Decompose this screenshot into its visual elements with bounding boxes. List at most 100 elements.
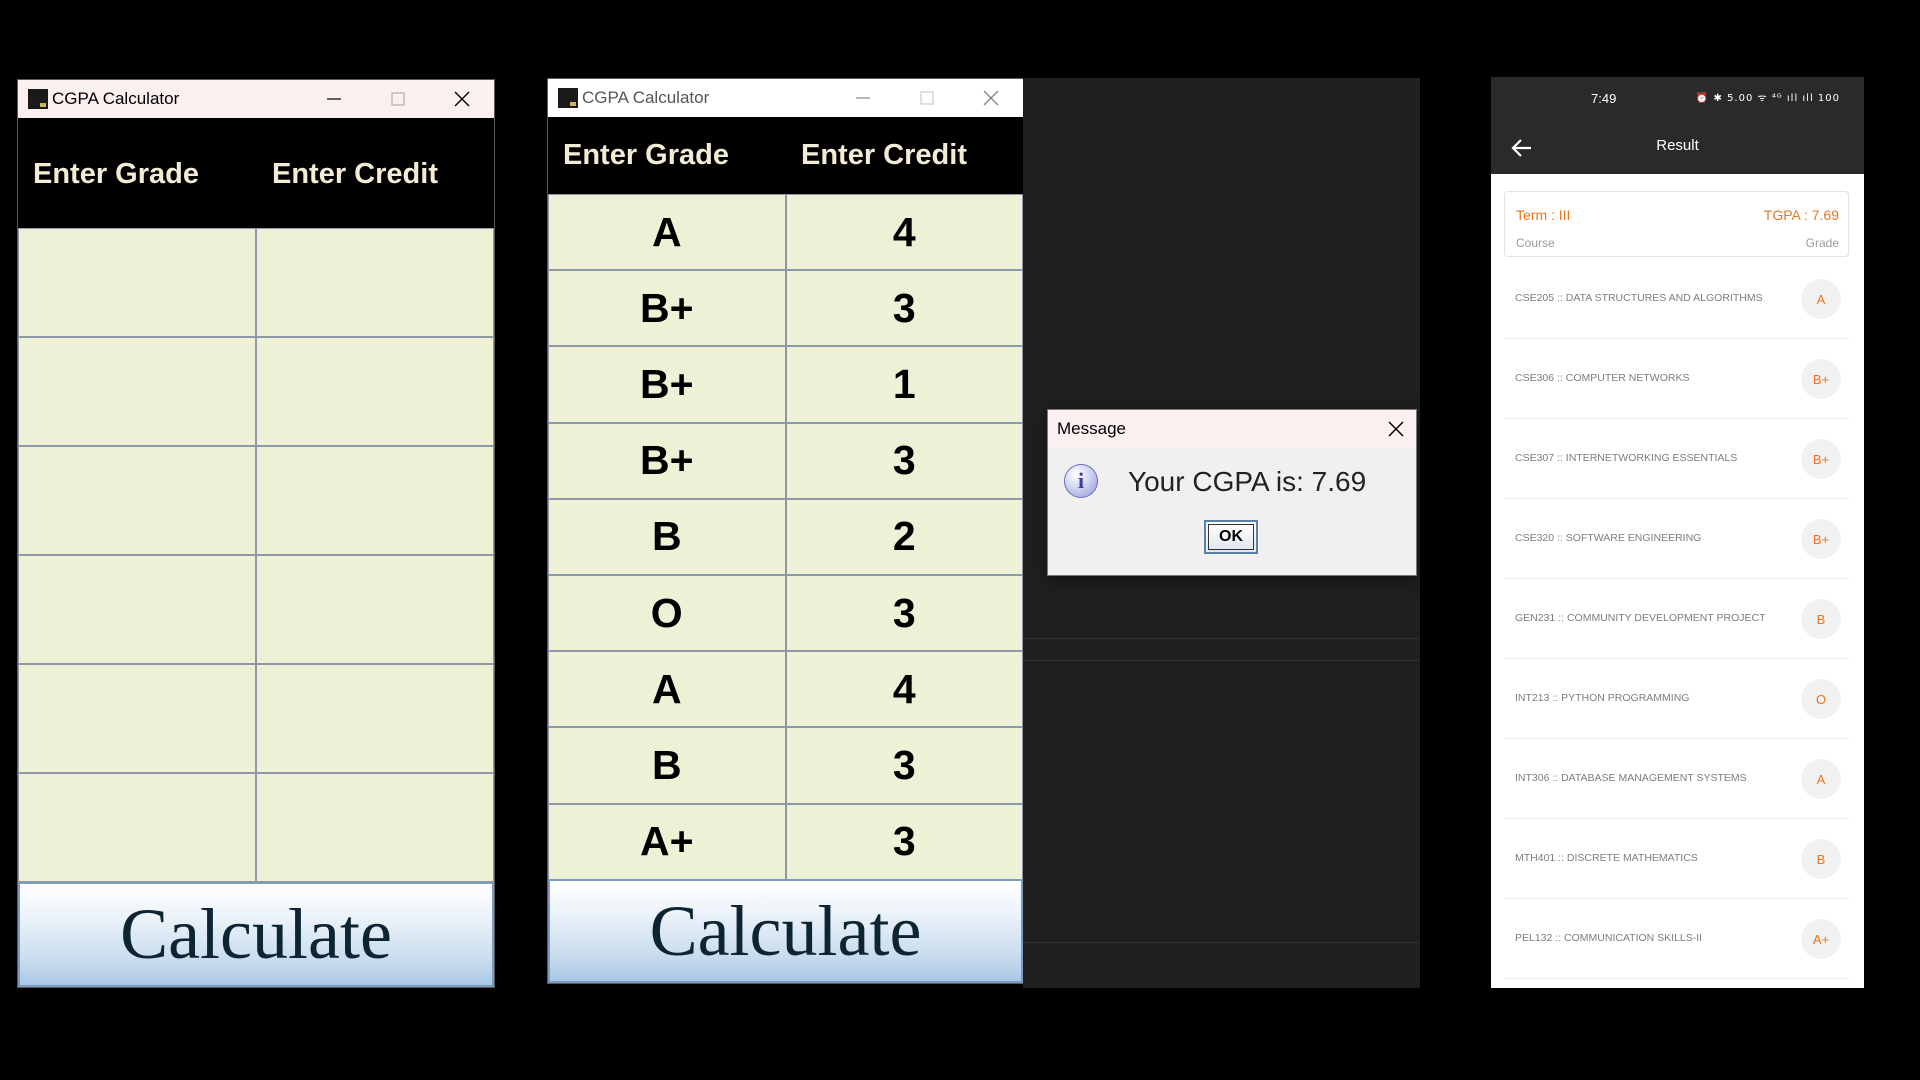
course-name: CSE306 :: COMPUTER NETWORKS xyxy=(1515,372,1690,384)
list-item[interactable]: GEN231 :: COMMUNITY DEVELOPMENT PROJECT B xyxy=(1504,579,1849,659)
grade-input[interactable]: A+ xyxy=(548,803,786,880)
credit-input[interactable] xyxy=(256,337,494,446)
phone-result-screen: 7:49 ⏰ ✱ 5.00 ᯤ ⁴ᴳ ıll ıll 100 Result Te… xyxy=(1491,77,1864,988)
grade-input[interactable]: B+ xyxy=(548,422,786,499)
enter-grade-label: Enter Grade xyxy=(563,139,729,171)
maximize-icon xyxy=(895,79,959,117)
grade-badge: B+ xyxy=(1801,519,1841,559)
close-icon[interactable] xyxy=(430,80,494,118)
grade-input[interactable] xyxy=(18,555,256,664)
grade-input[interactable] xyxy=(18,664,256,773)
enter-credit-label: Enter Credit xyxy=(272,158,438,190)
window-titlebar[interactable]: CGPA Calculator xyxy=(18,80,494,118)
window-title: CGPA Calculator xyxy=(582,88,710,107)
column-header-bar: Enter Grade Enter Credit xyxy=(548,117,1023,194)
course-column-header: Course xyxy=(1516,236,1555,250)
list-item[interactable]: CSE306 :: COMPUTER NETWORKS B+ xyxy=(1504,339,1849,419)
page-title: Result xyxy=(1656,137,1699,154)
cgpa-result-message: Your CGPA is: 7.69 xyxy=(1128,466,1367,497)
course-name: CSE205 :: DATA STRUCTURES AND ALGORITHMS xyxy=(1515,292,1763,304)
credit-input[interactable] xyxy=(256,555,494,664)
course-list: CSE205 :: DATA STRUCTURES AND ALGORITHMS… xyxy=(1504,259,1849,979)
grade-badge: B xyxy=(1801,599,1841,639)
credit-input[interactable]: 1 xyxy=(785,346,1023,423)
cgpa-calculator-window-filled: CGPA Calculator Enter Grade Enter Credit… xyxy=(548,79,1023,983)
dialog-title: Message xyxy=(1057,419,1126,438)
maximize-icon xyxy=(366,80,430,118)
list-item[interactable]: INT213 :: PYTHON PROGRAMMING O xyxy=(1504,659,1849,739)
list-item[interactable]: PEL132 :: COMMUNICATION SKILLS-II A+ xyxy=(1504,899,1849,979)
term-summary-card: Term : III TGPA : 7.69 Course Grade xyxy=(1504,191,1849,257)
ok-button[interactable]: OK xyxy=(1204,520,1258,554)
close-icon[interactable] xyxy=(959,79,1023,117)
credit-input[interactable]: 3 xyxy=(785,803,1023,880)
grade-badge: B xyxy=(1801,839,1841,879)
message-dialog: Message i Your CGPA is: 7.69 OK xyxy=(1048,410,1416,575)
list-item[interactable]: MTH401 :: DISCRETE MATHEMATICS B xyxy=(1504,819,1849,899)
credit-input[interactable]: 3 xyxy=(785,575,1023,652)
divider xyxy=(1023,942,1420,943)
java-app-icon xyxy=(558,88,578,108)
grade-badge: O xyxy=(1801,679,1841,719)
course-name: INT306 :: DATABASE MANAGEMENT SYSTEMS xyxy=(1515,772,1747,784)
course-name: MTH401 :: DISCRETE MATHEMATICS xyxy=(1515,852,1698,864)
course-name: GEN231 :: COMMUNITY DEVELOPMENT PROJECT xyxy=(1515,612,1766,624)
grade-badge: B+ xyxy=(1801,439,1841,479)
grade-badge: B+ xyxy=(1801,359,1841,399)
course-name: PEL132 :: COMMUNICATION SKILLS-II xyxy=(1515,932,1703,944)
minimize-icon[interactable] xyxy=(302,80,366,118)
list-item[interactable]: INT306 :: DATABASE MANAGEMENT SYSTEMS A xyxy=(1504,739,1849,819)
grade-input[interactable]: A xyxy=(548,651,786,728)
credit-input[interactable] xyxy=(256,446,494,555)
grade-badge: A xyxy=(1801,759,1841,799)
grade-badge: A+ xyxy=(1801,919,1841,959)
enter-grade-label: Enter Grade xyxy=(33,158,199,190)
term-label: Term : III xyxy=(1516,207,1571,223)
status-time: 7:49 xyxy=(1591,91,1617,106)
info-icon: i xyxy=(1064,464,1098,498)
dialog-titlebar[interactable]: Message xyxy=(1048,410,1416,448)
window-title: CGPA Calculator xyxy=(52,89,180,108)
grade-input[interactable] xyxy=(18,228,256,337)
list-item[interactable]: CSE205 :: DATA STRUCTURES AND ALGORITHMS… xyxy=(1504,259,1849,339)
tgpa-label: TGPA : 7.69 xyxy=(1763,207,1839,223)
course-name: CSE307 :: INTERNETWORKING ESSENTIALS xyxy=(1515,452,1738,464)
calculate-button[interactable]: Calculate xyxy=(548,879,1023,983)
credit-input[interactable] xyxy=(256,773,494,882)
close-icon[interactable] xyxy=(1386,419,1406,439)
credit-input[interactable]: 2 xyxy=(785,498,1023,575)
grade-input[interactable]: A xyxy=(548,194,786,271)
grade-input[interactable]: B xyxy=(548,498,786,575)
credit-input[interactable]: 3 xyxy=(785,727,1023,804)
window-titlebar[interactable]: CGPA Calculator xyxy=(548,79,1023,117)
divider xyxy=(1023,660,1420,661)
app-bar: Result xyxy=(1491,121,1864,174)
credit-input[interactable] xyxy=(256,664,494,773)
grade-column-header: Grade xyxy=(1805,236,1839,250)
column-header-bar: Enter Grade Enter Credit xyxy=(18,118,494,228)
credit-input[interactable]: 3 xyxy=(785,270,1023,347)
credit-input[interactable]: 4 xyxy=(785,651,1023,728)
course-name: INT213 :: PYTHON PROGRAMMING xyxy=(1515,692,1690,704)
grade-input[interactable]: B+ xyxy=(548,270,786,347)
cgpa-calculator-window-empty: CGPA Calculator Enter Grade Enter Credit… xyxy=(18,80,494,987)
grade-input[interactable]: B+ xyxy=(548,346,786,423)
divider xyxy=(1023,638,1420,639)
calculate-button[interactable]: Calculate xyxy=(18,882,494,987)
status-bar: 7:49 ⏰ ✱ 5.00 ᯤ ⁴ᴳ ıll ıll 100 xyxy=(1491,77,1864,121)
credit-input[interactable]: 4 xyxy=(785,194,1023,271)
course-name: CSE320 :: SOFTWARE ENGINEERING xyxy=(1515,532,1702,544)
minimize-icon[interactable] xyxy=(831,79,895,117)
credit-input[interactable] xyxy=(256,228,494,337)
enter-credit-label: Enter Credit xyxy=(801,139,967,171)
grade-input[interactable]: B xyxy=(548,727,786,804)
grade-input[interactable] xyxy=(18,446,256,555)
grade-input[interactable] xyxy=(18,337,256,446)
grade-input[interactable]: O xyxy=(548,575,786,652)
java-app-icon xyxy=(28,89,48,109)
list-item[interactable]: CSE307 :: INTERNETWORKING ESSENTIALS B+ xyxy=(1504,419,1849,499)
list-item[interactable]: CSE320 :: SOFTWARE ENGINEERING B+ xyxy=(1504,499,1849,579)
grade-badge: A xyxy=(1801,279,1841,319)
grade-input[interactable] xyxy=(18,773,256,882)
credit-input[interactable]: 3 xyxy=(785,422,1023,499)
